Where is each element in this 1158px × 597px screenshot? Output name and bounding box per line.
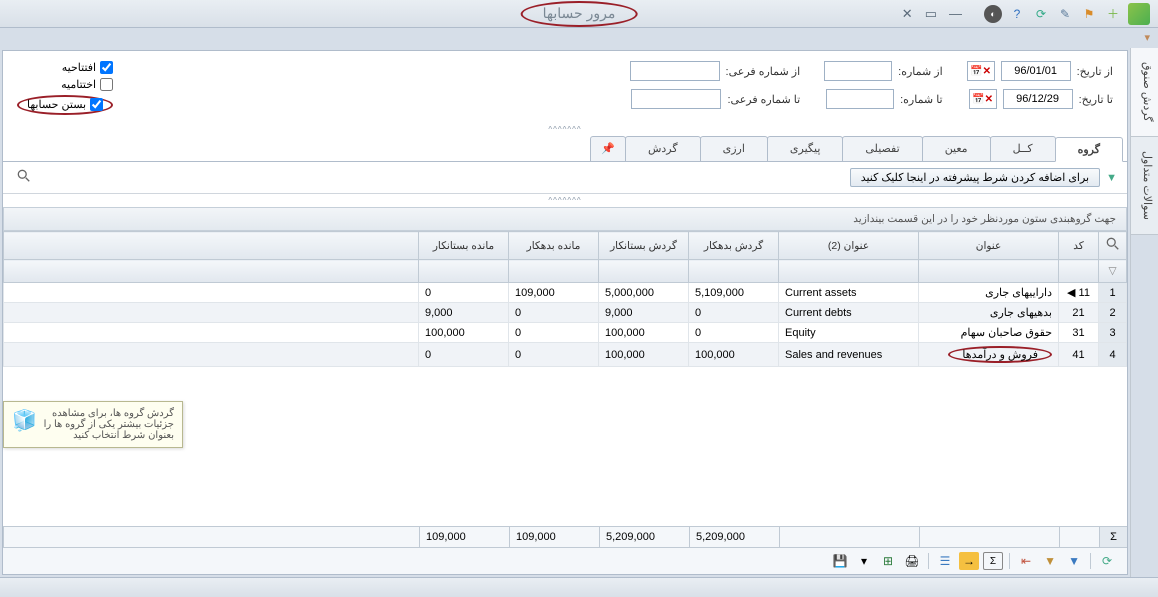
columns-button[interactable]: ☰ xyxy=(935,552,955,570)
col-debit-bal[interactable]: مانده بدهکار xyxy=(509,232,599,260)
to-date-label: تا تاریخ: xyxy=(1079,93,1113,106)
table-row[interactable]: 1 ◀ 11 داراییهای جاری Current assets 5,1… xyxy=(4,283,1127,303)
accounts-table: کد عنوان عنوان (2) گردش بدهکار گردش بستا… xyxy=(3,231,1127,367)
titlebar: ＋ ⚑ ✎ ⟳ ? ◐ مرور حسابها — ▭ ✕ xyxy=(0,0,1158,28)
dropdown-button[interactable]: ▾ xyxy=(854,552,874,570)
from-sub-input[interactable] xyxy=(630,61,720,81)
save-button[interactable]: 💾 xyxy=(830,552,850,570)
search-icon[interactable] xyxy=(13,169,31,187)
filter-button[interactable]: ▼ xyxy=(1064,552,1084,570)
window-title: مرور حسابها xyxy=(521,1,638,27)
tab-moein[interactable]: معین xyxy=(922,136,991,161)
tab-follow[interactable]: پیگیری xyxy=(767,136,843,161)
table-row[interactable]: 4 41 فروش و درآمدها Sales and revenues 1… xyxy=(4,343,1127,367)
add-icon[interactable]: ＋ xyxy=(1104,5,1122,23)
opening-checkbox[interactable]: افتتاحیه xyxy=(17,61,113,74)
advanced-condition-button[interactable]: برای اضافه کردن شرط پیشرفته در اینجا کلی… xyxy=(850,168,1100,187)
tab-group[interactable]: گروه xyxy=(1055,137,1123,162)
search-column-header[interactable] xyxy=(1099,232,1127,260)
refresh-icon[interactable]: ⟳ xyxy=(1032,5,1050,23)
col-code[interactable]: کد xyxy=(1059,232,1099,260)
from-date-clear-button[interactable]: ✕📅 xyxy=(967,61,995,81)
sigma-button[interactable]: Σ xyxy=(983,552,1003,570)
excel-button[interactable]: ⊞ xyxy=(878,552,898,570)
tab-pin[interactable]: 📌 xyxy=(590,136,626,161)
closing-checkbox[interactable]: اختتامیه xyxy=(17,78,113,91)
group-by-hint: جهت گروهبندی ستون موردنظر خود را در این … xyxy=(3,207,1127,231)
table-row[interactable]: 3 31 حقوق صاحبان سهام Equity 0 100,000 0… xyxy=(4,323,1127,343)
splitter-handle[interactable]: ^^^^^^^ xyxy=(3,123,1127,136)
help-icon[interactable]: ? xyxy=(1008,5,1026,23)
indent-button[interactable]: ⇤ xyxy=(1016,552,1036,570)
arrow-button[interactable]: → xyxy=(959,552,979,570)
col-spacer xyxy=(4,232,419,260)
col-title2[interactable]: عنوان (2) xyxy=(779,232,919,260)
from-sub-label: از شماره فرعی: xyxy=(726,65,801,78)
from-date-input[interactable] xyxy=(1001,61,1071,81)
totals-row: Σ 5,209,000 5,209,000 109,000 109,000 xyxy=(3,526,1127,547)
to-num-input[interactable] xyxy=(826,89,894,109)
tab-cycle[interactable]: گردش xyxy=(625,136,701,161)
col-debit-cycle[interactable]: گردش بدهکار xyxy=(689,232,779,260)
filter-row-icon[interactable]: ▽ xyxy=(1099,260,1127,283)
from-num-input[interactable] xyxy=(824,61,892,81)
flag-icon[interactable]: ⚑ xyxy=(1080,5,1098,23)
splitter-handle-2[interactable]: ^^^^^^^ xyxy=(3,194,1127,207)
to-sub-label: تا شماره فرعی: xyxy=(727,93,800,106)
category-tabs: گروه کــل معین تفصیلی پیگیری ارزی گردش 📌 xyxy=(3,136,1127,162)
sub-toolbar: ▾ xyxy=(0,28,1158,48)
side-tab-strip: گردش صنوق سوالات متداول xyxy=(1130,48,1158,577)
col-credit-bal[interactable]: مانده بستانکار xyxy=(419,232,509,260)
app-logo-icon xyxy=(1128,3,1150,25)
table-row[interactable]: 2 21 بدهیهای جاری Current debts 0 9,000 … xyxy=(4,303,1127,323)
refresh-button[interactable]: ⟳ xyxy=(1097,552,1117,570)
advanced-filter-bar: ▼ برای اضافه کردن شرط پیشرفته در اینجا ک… xyxy=(3,162,1127,194)
minimize-button[interactable]: — xyxy=(949,6,962,22)
from-num-label: از شماره: xyxy=(898,65,942,78)
sigma-icon: Σ xyxy=(1099,527,1127,547)
close-button[interactable]: ✕ xyxy=(902,6,913,22)
print-button[interactable]: 🖨 xyxy=(902,552,922,570)
filter2-button[interactable]: ▼ xyxy=(1040,552,1060,570)
to-num-label: تا شماره: xyxy=(900,93,943,106)
bottom-toolbar: ⟳ ▼ ▼ ⇤ Σ → ☰ 🖨 ⊞ ▾ 💾 xyxy=(3,547,1127,574)
maximize-button[interactable]: ▭ xyxy=(925,6,937,22)
col-title[interactable]: عنوان xyxy=(919,232,1059,260)
statusbar xyxy=(0,577,1158,597)
side-tab-cycle[interactable]: گردش صنوق xyxy=(1131,48,1158,137)
close-accounts-checkbox[interactable]: بستن حسابها xyxy=(27,98,103,111)
filter-funnel-icon: ▼ xyxy=(1106,172,1117,184)
edit-icon[interactable]: ✎ xyxy=(1056,5,1074,23)
tab-currency[interactable]: ارزی xyxy=(700,136,768,161)
info-tooltip: گردش گروه ها، برای مشاهده جزئیات بیشتر ی… xyxy=(3,401,183,448)
from-date-label: از تاریخ: xyxy=(1077,65,1113,78)
to-sub-input[interactable] xyxy=(631,89,721,109)
tab-total[interactable]: کــل xyxy=(990,136,1056,161)
cubes-icon: 🧊 xyxy=(12,408,37,433)
tab-detail[interactable]: تفصیلی xyxy=(842,136,922,161)
disc-icon[interactable]: ◐ xyxy=(984,5,1002,23)
to-date-clear-button[interactable]: ✕📅 xyxy=(969,89,997,109)
to-date-input[interactable] xyxy=(1003,89,1073,109)
col-credit-cycle[interactable]: گردش بستانکار xyxy=(599,232,689,260)
filter-panel: از تاریخ: ✕📅 تا تاریخ: ✕📅 از شماره: xyxy=(3,51,1127,123)
side-tab-faq[interactable]: سوالات متداول xyxy=(1131,137,1158,235)
dropdown-icon[interactable]: ▾ xyxy=(1132,31,1150,45)
